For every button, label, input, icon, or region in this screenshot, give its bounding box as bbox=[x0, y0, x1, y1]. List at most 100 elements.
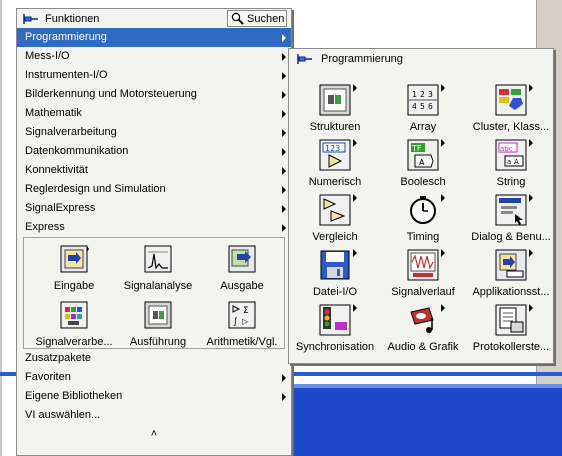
subpalette-header: Programmierung bbox=[289, 49, 553, 69]
svg-text:6: 6 bbox=[428, 102, 433, 111]
subpalette-item-label: Synchronisation bbox=[295, 341, 375, 353]
menu-item-express[interactable]: Express bbox=[17, 218, 291, 237]
input-icon bbox=[59, 244, 89, 274]
signal-analysis-icon bbox=[143, 244, 173, 274]
menu-item-konnektivit-t[interactable]: Konnektivität bbox=[17, 161, 291, 180]
submenu-arrow-icon bbox=[529, 139, 533, 147]
subpalette-item-signalverlauf[interactable]: Signalverlauf bbox=[379, 249, 467, 298]
menu-item-label: Mathematik bbox=[25, 107, 82, 119]
menu-item-mess-i-o[interactable]: Mess-I/O bbox=[17, 47, 291, 66]
submenu-arrow-icon bbox=[282, 374, 286, 382]
subpalette-item-label: Timing bbox=[406, 231, 440, 243]
menu-item-datenkommunikation[interactable]: Datenkommunikation bbox=[17, 142, 291, 161]
submenu-arrow-icon bbox=[282, 72, 286, 80]
subpalette-item-boolesch[interactable]: TF A Boolesch bbox=[379, 139, 467, 188]
menu-item-label: Mess-I/O bbox=[25, 50, 70, 62]
output-icon bbox=[227, 244, 257, 274]
menu-item-favoriten[interactable]: Favoriten bbox=[17, 368, 291, 387]
menu-item-vi-ausw-hlen[interactable]: VI auswählen... bbox=[17, 406, 291, 425]
palette-title: Funktionen bbox=[45, 12, 100, 25]
submenu-arrow-icon bbox=[441, 139, 445, 147]
subpalette-item-label: Cluster, Klass... bbox=[472, 121, 550, 133]
submenu-arrow-icon bbox=[441, 249, 445, 257]
menu-item-instrumenten-i-o[interactable]: Instrumenten-I/O bbox=[17, 66, 291, 85]
palette-item-ausgabe[interactable]: Ausgabe bbox=[200, 244, 284, 292]
menu-item-zusatzpakete[interactable]: Zusatzpakete bbox=[17, 349, 291, 368]
subpalette-item-label: String bbox=[496, 176, 526, 188]
svg-text:1: 1 bbox=[412, 90, 417, 99]
menu-item-programmierung[interactable]: Programmierung bbox=[17, 28, 291, 47]
subpalette-item-vergleich[interactable]: Vergleich bbox=[291, 194, 379, 243]
timing-icon bbox=[407, 194, 445, 226]
svg-text:A: A bbox=[419, 158, 425, 167]
functions-palette: Funktionen Suchen Programmierung Mess-I/O… bbox=[16, 8, 292, 456]
programming-subpalette: Programmierung Strukturen 1 2 3 4 5 6 Array Clus… bbox=[288, 48, 554, 364]
palette-item-eingabe[interactable]: Eingabe bbox=[32, 244, 116, 292]
subpalette-item-label: Audio & Grafik bbox=[387, 341, 459, 353]
search-button-label: Suchen bbox=[247, 12, 285, 25]
search-button[interactable]: Suchen bbox=[227, 10, 287, 27]
numeric-icon: 123 bbox=[319, 139, 357, 171]
collapse-button[interactable]: ˄ bbox=[17, 425, 291, 443]
subpalette-item-timing[interactable]: Timing bbox=[379, 194, 467, 243]
menu-item-eigene-bibliotheken[interactable]: Eigene Bibliotheken bbox=[17, 387, 291, 406]
submenu-arrow-icon bbox=[282, 91, 286, 99]
palette-item-label: Arithmetik/Vgl. bbox=[206, 336, 278, 348]
subpalette-item-strukturen[interactable]: Strukturen bbox=[291, 84, 379, 133]
submenu-arrow-icon bbox=[441, 304, 445, 312]
palette-item-label: Ausgabe bbox=[220, 280, 264, 292]
palette-item-label: Eingabe bbox=[53, 280, 95, 292]
menu-item-signalverarbeitung[interactable]: Signalverarbeitung bbox=[17, 123, 291, 142]
submenu-arrow-icon bbox=[353, 304, 357, 312]
palette-item-ausfuehrung[interactable]: Ausführung bbox=[116, 300, 200, 348]
report-icon bbox=[495, 304, 533, 336]
svg-text:2: 2 bbox=[420, 90, 425, 99]
structures-icon bbox=[319, 84, 357, 116]
subpalette-item-numerisch[interactable]: 123 Numerisch bbox=[291, 139, 379, 188]
palette-item-arithmetik[interactable]: Σ ∫ ▷ Arithmetik/Vgl. bbox=[200, 300, 284, 348]
app-control-icon bbox=[495, 249, 533, 281]
menu-item-mathematik[interactable]: Mathematik bbox=[17, 104, 291, 123]
menu-item-label: Reglerdesign und Simulation bbox=[25, 183, 166, 195]
svg-text:123: 123 bbox=[325, 144, 340, 153]
subpalette-item-dialog-benu[interactable]: Dialog & Benu... bbox=[467, 194, 555, 243]
menu-item-label: VI auswählen... bbox=[25, 409, 101, 421]
svg-text:▷: ▷ bbox=[242, 317, 249, 326]
svg-text:a: a bbox=[507, 158, 511, 166]
menu-item-label: Instrumenten-I/O bbox=[25, 69, 108, 81]
submenu-arrow-icon bbox=[353, 84, 357, 92]
file-io-icon bbox=[319, 249, 357, 281]
svg-text:abc: abc bbox=[500, 145, 513, 153]
subpalette-item-applikationsst[interactable]: Applikationsst... bbox=[467, 249, 555, 298]
subpalette-item-audio-grafik[interactable]: Audio & Grafik bbox=[379, 304, 467, 353]
subpalette-item-synchronisation[interactable]: Synchronisation bbox=[291, 304, 379, 353]
palette-item-signalanalyse[interactable]: Signalanalyse bbox=[116, 244, 200, 292]
pin-icon[interactable] bbox=[297, 53, 313, 65]
comparison-icon bbox=[319, 194, 357, 226]
palette-item-signalverarbeitung[interactable]: Signalverarbe... bbox=[32, 300, 116, 348]
submenu-arrow-icon bbox=[529, 249, 533, 257]
subpalette-item-datei-i-o[interactable]: Datei-I/O bbox=[291, 249, 379, 298]
pin-icon[interactable] bbox=[23, 13, 39, 25]
submenu-arrow-icon bbox=[353, 249, 357, 257]
submenu-arrow-icon bbox=[353, 194, 357, 202]
menu-item-label: Eigene Bibliotheken bbox=[25, 390, 123, 402]
subpalette-item-cluster-klass[interactable]: Cluster, Klass... bbox=[467, 84, 555, 133]
audio-graphics-icon bbox=[407, 304, 445, 336]
signal-processing-icon bbox=[59, 300, 89, 330]
submenu-arrow-icon bbox=[529, 194, 533, 202]
svg-text:A: A bbox=[514, 158, 519, 166]
menu-item-reglerdesign-und-simulation[interactable]: Reglerdesign und Simulation bbox=[17, 180, 291, 199]
menu-item-bilderkennung-und-motorsteuerung[interactable]: Bilderkennung und Motorsteuerung bbox=[17, 85, 291, 104]
submenu-arrow-icon bbox=[441, 194, 445, 202]
menu-item-label: Bilderkennung und Motorsteuerung bbox=[25, 88, 197, 100]
submenu-arrow-icon bbox=[529, 84, 533, 92]
arithmetic-icon: Σ ∫ ▷ bbox=[227, 300, 257, 330]
subpalette-item-protokollerste[interactable]: Protokollerste... bbox=[467, 304, 555, 353]
synchronization-icon bbox=[319, 304, 357, 336]
boolean-icon: TF A bbox=[407, 139, 445, 171]
subpalette-item-array[interactable]: 1 2 3 4 5 6 Array bbox=[379, 84, 467, 133]
category-menu: Programmierung Mess-I/O Instrumenten-I/O Bi… bbox=[17, 28, 291, 237]
subpalette-item-string[interactable]: abc a A String bbox=[467, 139, 555, 188]
menu-item-signalexpress[interactable]: SignalExpress bbox=[17, 199, 291, 218]
